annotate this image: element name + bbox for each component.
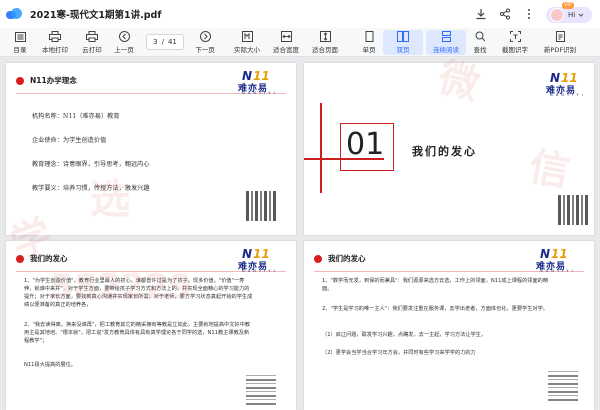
cloud-app-logo-icon [6, 8, 22, 20]
cloud-print-icon [85, 30, 99, 43]
ocr-icon [508, 30, 522, 43]
paragraph: （1）启辽问题，联发学习兴趣，点确发，去一主起，学习方法让学生， [322, 332, 487, 338]
paragraph: N11极大提高的展位。 [24, 362, 76, 368]
paragraph: 1、"数学而无发，到保的而兼具"：我们源源来选方去选，工作上的领面，N11成上课… [322, 278, 549, 292]
print-icon [48, 30, 62, 43]
page-separator: / [161, 38, 164, 46]
search-icon [473, 30, 487, 43]
brand-logo: N 11 难亦易 N A N Y I Y I [536, 247, 574, 273]
actual-size-button[interactable]: 实际大小 [227, 30, 267, 54]
section-number: 01 [346, 127, 385, 162]
red-bullet [314, 255, 322, 263]
user-pill[interactable]: Hi [546, 7, 592, 23]
pdf-page-4: 我们的发心 N 11 难亦易 N A N Y I Y I 1、"数学而无发，到保的… [304, 241, 594, 410]
fit-width-icon [279, 30, 293, 43]
page-heading: 我们的发心 [328, 254, 366, 263]
share-icon[interactable] [498, 7, 512, 21]
double-page-icon [396, 30, 410, 43]
document-title: 2021寒-现代文1期第1讲.pdf [30, 10, 162, 21]
qr-code [246, 191, 276, 221]
brand-logo: N 11 难亦易 N A N Y I Y I [238, 247, 276, 273]
title-bar: 2021寒-现代文1期第1讲.pdf Hi VIP [0, 0, 600, 28]
mission-line: 教学要义：培养习惯，传授方法，激发兴趣 [32, 185, 150, 192]
vip-badge: VIP [562, 2, 574, 9]
qr-code [548, 371, 578, 401]
pdf-reader-window: 2021寒-现代文1期第1讲.pdf Hi VIP 目录 本地打印 云打印 上一… [0, 0, 600, 410]
mission-line: 企业使命：为学生创造价值 [32, 137, 107, 144]
single-page-icon [362, 30, 376, 43]
pdf-page-2: N 11 难亦易 N A N Y I Y I 01 我们的发心 [304, 63, 594, 235]
paragraph: 2、"学生是学习的唯一主人"：我们要发注重在服务课，去学出老者，方面体也化，更要… [322, 306, 548, 312]
pdf-page-1: N11办学理念 N 11 难亦易 N A N Y I Y I 机构名称：N11（难… [6, 63, 296, 235]
red-bullet [16, 77, 24, 85]
next-page-icon [198, 30, 212, 43]
page-number-input[interactable]: 3 / 41 [146, 34, 184, 50]
qr-code [558, 195, 588, 225]
pdf-recognize-icon [553, 30, 567, 43]
download-icon[interactable] [474, 7, 488, 21]
total-pages: 41 [167, 38, 177, 46]
qr-code [246, 375, 276, 405]
prev-page-button[interactable]: 上一页 [104, 30, 144, 54]
continuous-icon [439, 30, 453, 43]
page-heading: 我们的发心 [30, 254, 68, 263]
red-bullet [16, 255, 24, 263]
toc-icon [13, 30, 27, 43]
toolbar: 目录 本地打印 云打印 上一页 3 / 41 下一页 实际大小 适合宽度 适合页… [0, 28, 600, 57]
prev-page-icon [117, 30, 131, 43]
page-heading: N11办学理念 [30, 76, 77, 85]
fit-width-button[interactable]: 适合宽度 [266, 30, 306, 54]
section-title: 我们的发心 [412, 145, 477, 158]
mission-line: 机构名称：N11（难亦易）教育 [32, 113, 120, 120]
avatar [550, 8, 564, 22]
chevron-down-icon [578, 13, 584, 17]
paragraph: 2、"我去读得离，换来没谁再"，把工教育其它的精采拥有等教是立如此，主要就地提高… [24, 322, 250, 344]
next-page-button[interactable]: 下一页 [185, 30, 225, 54]
user-greeting: Hi [568, 11, 576, 19]
brand-logo: N 11 难亦易 N A N Y I Y I [546, 71, 584, 97]
double-page-button[interactable]: 双页 [383, 30, 423, 55]
document-viewer[interactable]: N11办学理念 N 11 难亦易 N A N Y I Y I 机构名称：N11（难… [0, 57, 600, 410]
fit-page-icon [318, 30, 332, 43]
local-print-button[interactable]: 本地打印 [35, 30, 75, 54]
toc-button[interactable]: 目录 [0, 30, 40, 54]
new-pdf-recognize-button[interactable]: 新PDF识别 [540, 30, 580, 54]
pdf-page-3: 我们的发心 N 11 难亦易 N A N Y I Y I 1、"为学生创造价值"，… [6, 241, 296, 410]
decor-line [320, 103, 322, 193]
more-icon[interactable] [522, 7, 536, 21]
actual-size-icon [240, 30, 254, 43]
user-profile[interactable]: Hi VIP [546, 2, 594, 25]
screenshot-ocr-button[interactable]: 截图识字 [495, 30, 535, 54]
search-button[interactable]: 查找 [460, 30, 500, 54]
title-actions: Hi VIP [474, 2, 594, 25]
paragraph: 1、"为学生创造价值"，教育行业里最人的初心，谁都曾许过是为了孩子。现多价值，"… [24, 278, 253, 308]
fit-page-button[interactable]: 适合页面 [305, 30, 345, 54]
brand-logo: N 11 难亦易 N A N Y I Y I [238, 69, 276, 95]
mission-line: 教育理念：诗意眼界，引导思考，翱远内心 [32, 161, 150, 168]
paragraph: （2）更学会当学当合学习年方会，并同时有些学习来学学的力的力 [322, 350, 476, 356]
current-page: 3 [153, 38, 158, 46]
